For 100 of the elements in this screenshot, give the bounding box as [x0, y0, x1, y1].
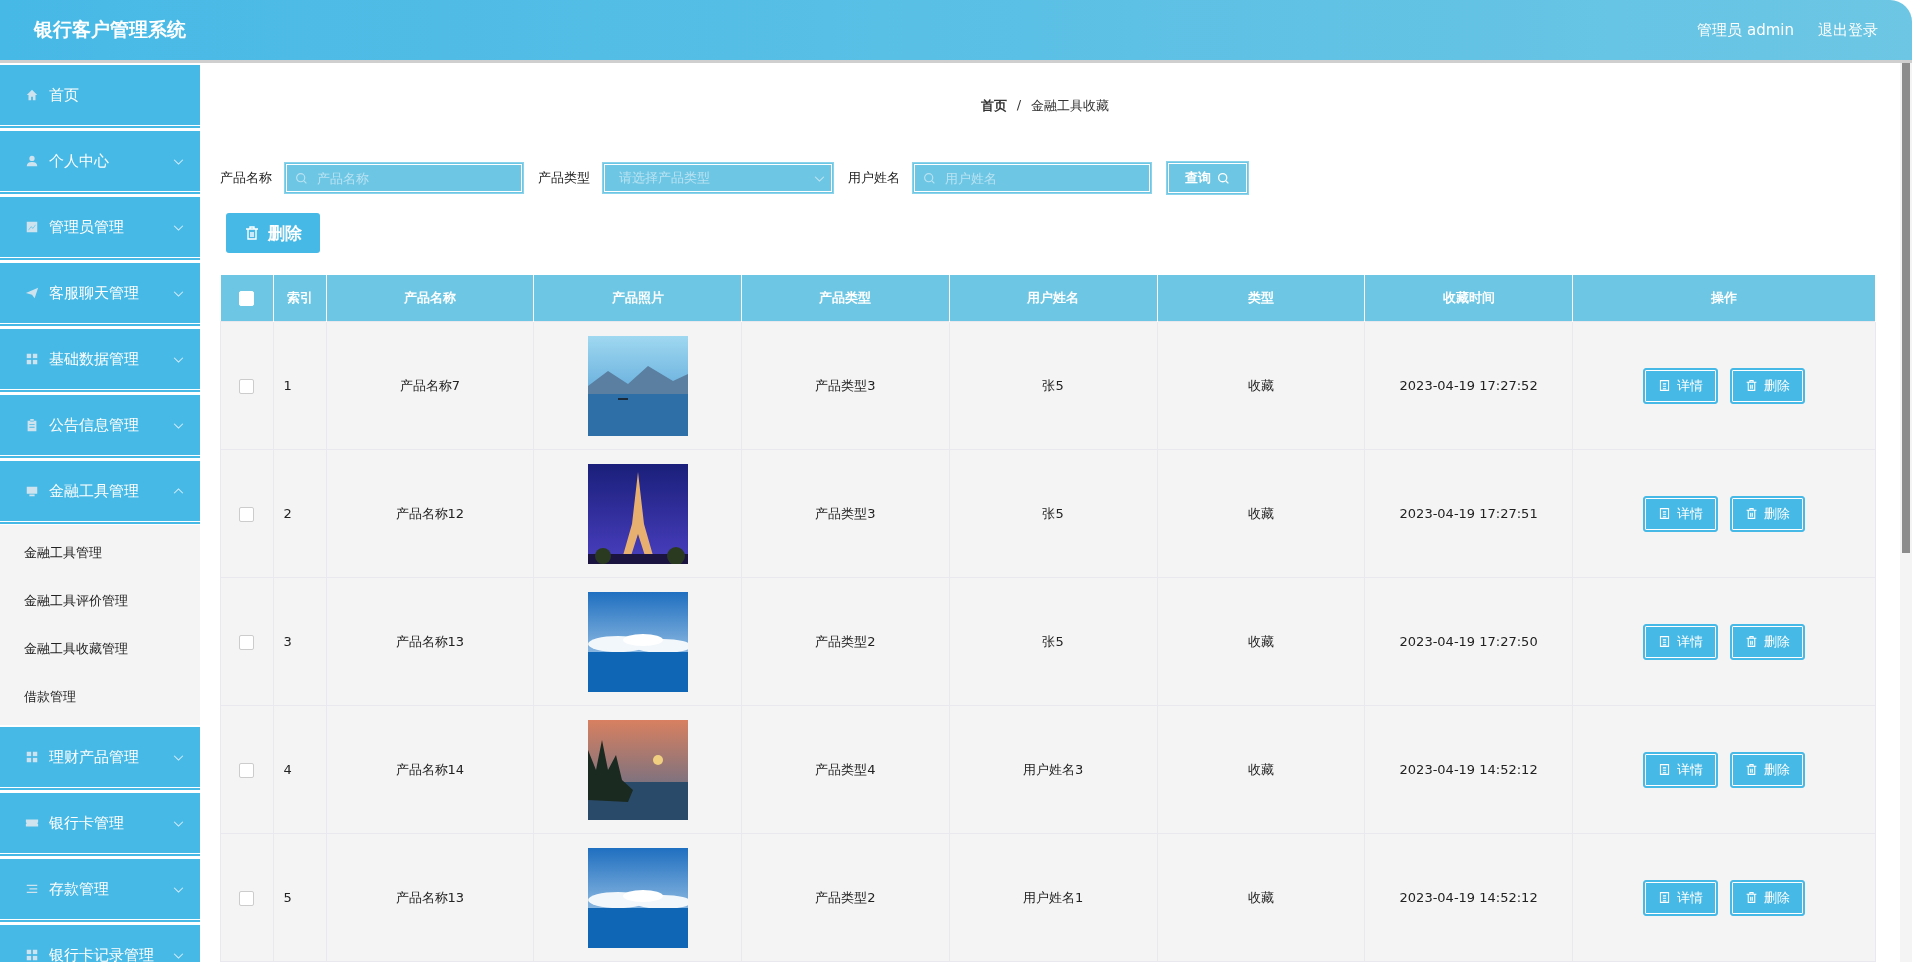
- table-cell: 2023-04-19 14:52:12: [1364, 705, 1573, 834]
- delete-button[interactable]: 删除: [1730, 367, 1805, 404]
- column-header: 收藏时间: [1364, 275, 1573, 322]
- table-cell: 收藏: [1157, 449, 1365, 578]
- column-header: 操作: [1572, 275, 1876, 322]
- delete-button[interactable]: 删除: [1730, 623, 1805, 660]
- sidebar-item[interactable]: 银行卡记录管理: [0, 923, 200, 962]
- table-cell: 2023-04-19 17:27:50: [1364, 577, 1573, 706]
- sidebar-item[interactable]: 存款管理: [0, 857, 200, 923]
- table-cell: 产品名称7: [326, 321, 534, 450]
- table-cell: 张5: [949, 321, 1157, 450]
- submenu-item[interactable]: 金融工具管理: [0, 529, 200, 577]
- search-icon: [923, 172, 936, 185]
- details-button[interactable]: 详情: [1643, 495, 1718, 532]
- grid-icon: [25, 750, 39, 764]
- document-icon: [1658, 379, 1671, 392]
- sidebar-item[interactable]: 金融工具管理: [0, 459, 200, 525]
- trash-icon: [1745, 763, 1758, 776]
- checkbox[interactable]: [239, 890, 255, 906]
- sidebar-item[interactable]: 首页: [0, 63, 200, 129]
- logout-link[interactable]: 退出登录: [1818, 20, 1878, 40]
- scrollbar[interactable]: [1900, 63, 1912, 962]
- table-cell: 4: [273, 705, 326, 834]
- trash-icon: [1745, 379, 1758, 392]
- table-cell: 3: [273, 577, 326, 706]
- document-icon: [1658, 507, 1671, 520]
- app-title: 银行客户管理系统: [34, 17, 186, 42]
- table-cell: 用户姓名1: [949, 833, 1157, 962]
- delete-button[interactable]: 删除: [226, 213, 320, 253]
- sidebar-item[interactable]: 理财产品管理: [0, 725, 200, 791]
- scroll-thumb[interactable]: [1902, 63, 1910, 553]
- table-cell: 产品名称13: [326, 577, 534, 706]
- document-icon: [1658, 635, 1671, 648]
- list-icon: [25, 882, 39, 896]
- document-icon: [1658, 891, 1671, 904]
- checkbox[interactable]: [239, 762, 255, 778]
- type-select[interactable]: 请选择产品类型: [602, 162, 834, 194]
- search-icon: [1217, 171, 1230, 185]
- user-icon: [25, 154, 39, 168]
- chart-icon: [25, 220, 39, 234]
- search-icon: [295, 172, 308, 185]
- table-cell: 1: [273, 321, 326, 450]
- table-cell: 5: [273, 833, 326, 962]
- table-cell: 产品类型2: [741, 833, 950, 962]
- table-cell: 收藏: [1157, 321, 1365, 450]
- column-header: 产品类型: [741, 275, 950, 322]
- checkbox[interactable]: [239, 634, 255, 650]
- sidebar-item[interactable]: 公告信息管理: [0, 393, 200, 459]
- search-button[interactable]: 查询: [1166, 161, 1249, 195]
- table-cell: 产品类型4: [741, 705, 950, 834]
- table-cell: 产品类型3: [741, 321, 950, 450]
- breadcrumb-item[interactable]: 首页: [980, 97, 1007, 133]
- sidebar-item[interactable]: 银行卡管理: [0, 791, 200, 857]
- details-button[interactable]: 详情: [1643, 751, 1718, 788]
- table-cell: 产品名称12: [326, 449, 534, 578]
- submenu-item[interactable]: 金融工具收藏管理: [0, 625, 200, 673]
- submenu-item[interactable]: 金融工具评价管理: [0, 577, 200, 625]
- sidebar-item[interactable]: 基础数据管理: [0, 327, 200, 393]
- delete-button[interactable]: 删除: [1730, 751, 1805, 788]
- table-cell: 2023-04-19 14:52:12: [1364, 833, 1573, 962]
- column-header: 索引: [273, 275, 326, 322]
- column-header: 产品照片: [533, 275, 742, 322]
- table-cell: 2023-04-19 17:27:52: [1364, 321, 1573, 450]
- table-cell: 收藏: [1157, 705, 1365, 834]
- trash-icon: [1745, 891, 1758, 904]
- table-cell: 用户姓名3: [949, 705, 1157, 834]
- table-cell: 2: [273, 449, 326, 578]
- column-header: 用户姓名: [949, 275, 1157, 322]
- clipboard-icon: [25, 418, 39, 432]
- column-header: 产品名称: [326, 275, 534, 322]
- checkbox[interactable]: [239, 378, 255, 394]
- filter-label: 产品类型: [538, 169, 590, 187]
- table-cell: 收藏: [1157, 577, 1365, 706]
- trash-icon: [244, 225, 260, 241]
- tray-icon: [25, 484, 39, 498]
- user-label: 管理员 admin: [1697, 20, 1794, 40]
- sidebar-item[interactable]: 客服聊天管理: [0, 261, 200, 327]
- delete-button[interactable]: 删除: [1730, 879, 1805, 916]
- submenu-item[interactable]: 借款管理: [0, 673, 200, 721]
- table-cell: 收藏: [1157, 833, 1365, 962]
- checkbox[interactable]: [239, 506, 255, 522]
- table-cell: 产品类型3: [741, 449, 950, 578]
- search-field[interactable]: 用户姓名: [912, 162, 1152, 194]
- table-cell: 张5: [949, 449, 1157, 578]
- trash-icon: [1745, 635, 1758, 648]
- sidebar-item[interactable]: 个人中心: [0, 129, 200, 195]
- sidebar-item[interactable]: 管理员管理: [0, 195, 200, 261]
- details-button[interactable]: 详情: [1643, 623, 1718, 660]
- search-field[interactable]: 产品名称: [284, 162, 524, 194]
- breadcrumb-separator: /: [1016, 97, 1022, 114]
- filter-label: 用户姓名: [848, 169, 900, 187]
- caret-icon: [814, 174, 825, 182]
- details-button[interactable]: 详情: [1643, 367, 1718, 404]
- details-button[interactable]: 详情: [1643, 879, 1718, 916]
- send-icon: [25, 286, 39, 300]
- filter-label: 产品名称: [220, 169, 272, 187]
- table-cell: 张5: [949, 577, 1157, 706]
- breadcrumb-item[interactable]: 金融工具收藏: [1031, 97, 1110, 133]
- table-cell: 产品名称13: [326, 833, 534, 962]
- delete-button[interactable]: 删除: [1730, 495, 1805, 532]
